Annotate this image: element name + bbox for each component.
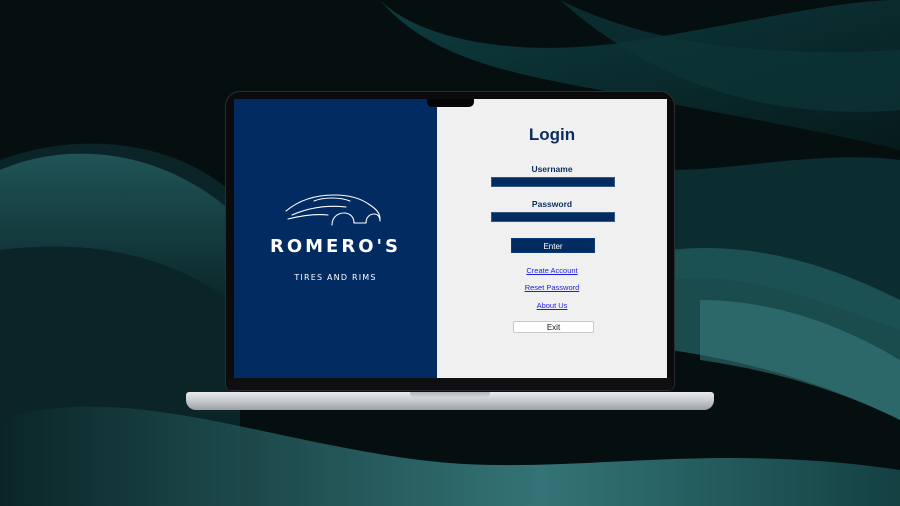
create-account-link[interactable]: Create Account [437, 266, 667, 275]
brand-panel: ROMERO'S TIRES AND RIMS [234, 99, 437, 378]
brand-name: ROMERO'S [269, 236, 401, 257]
password-field[interactable] [491, 212, 615, 222]
username-label: Username [531, 164, 573, 174]
exit-button[interactable]: Exit [513, 321, 594, 333]
login-title: Login [528, 125, 576, 144]
car-outline-icon [285, 194, 381, 226]
app-window: ROMERO'S TIRES AND RIMS Login Username P… [234, 99, 667, 378]
username-field[interactable] [491, 177, 615, 187]
camera-notch [427, 99, 474, 107]
brand-tagline: TIRES AND RIMS [294, 273, 377, 282]
reset-password-link[interactable]: Reset Password [437, 283, 667, 292]
enter-button[interactable]: Enter [511, 238, 595, 253]
laptop-base-notch [410, 392, 490, 398]
about-us-link[interactable]: About Us [437, 301, 667, 310]
laptop-bezel-bottom [228, 378, 672, 390]
login-panel: Login Username Password Enter Create Acc… [437, 99, 667, 378]
password-label: Password [531, 199, 573, 209]
